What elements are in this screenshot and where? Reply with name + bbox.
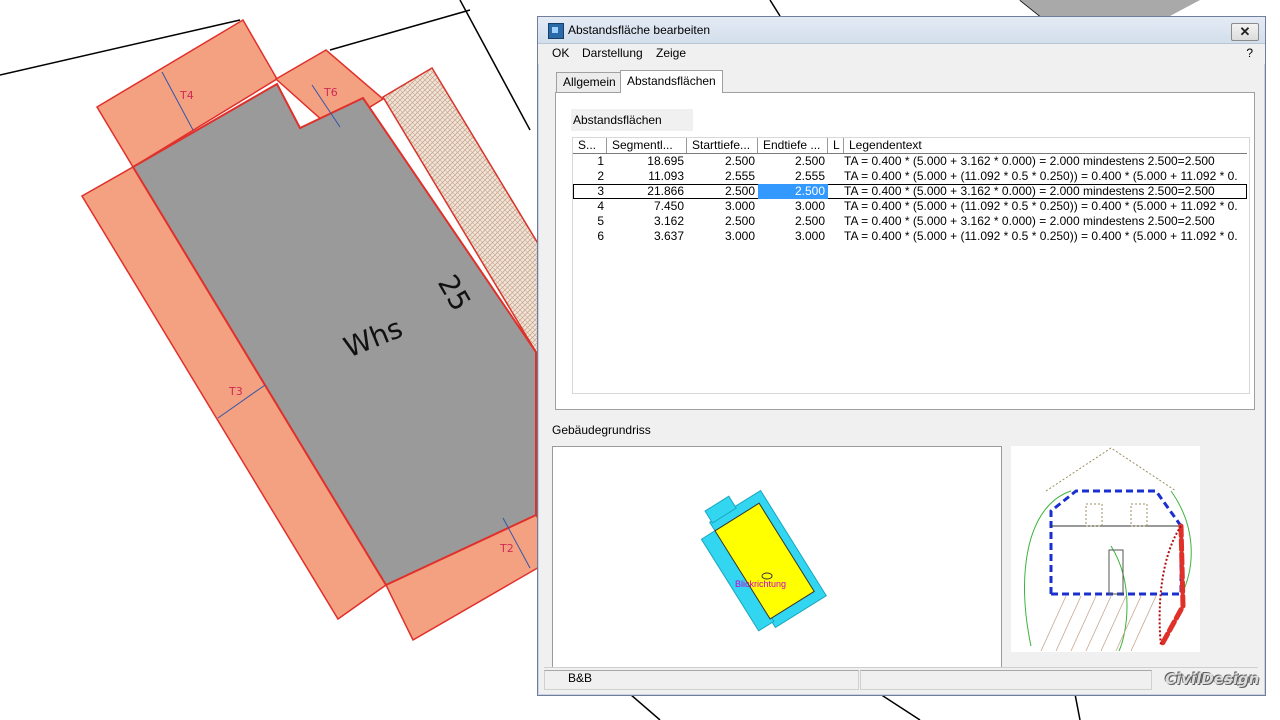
cell-l — [828, 214, 844, 229]
table-row-selected[interactable]: 3 21.866 2.500 2.500 TA = 0.400 * (5.000… — [573, 184, 1247, 199]
cell-starttiefe: 2.500 — [724, 154, 755, 168]
civildesign-logo: CivilDesign — [1165, 670, 1260, 688]
table-row[interactable]: 6 3.637 3.000 3.000 TA = 0.400 * (5.000 … — [573, 229, 1247, 244]
cell-segmentlaenge: 7.450 — [653, 199, 684, 213]
col-header-endtiefe[interactable]: Endtiefe ... — [758, 138, 828, 153]
tag-t2: T2 — [499, 542, 514, 555]
cell-starttiefe: 2.500 — [724, 184, 755, 198]
col-header-legendentext[interactable]: Legendentext — [844, 138, 1247, 153]
help-icon[interactable]: ? — [1246, 46, 1253, 60]
neighbour-building — [1020, 0, 1200, 16]
col-header-starttiefe[interactable]: Starttiefe... — [687, 138, 758, 153]
cell-segmentlaenge: 18.695 — [647, 154, 684, 168]
cell-segmentlaenge: 3.162 — [653, 214, 684, 228]
section-label: Abstandsflächen — [571, 109, 693, 131]
cell-endtiefe: 2.555 — [794, 169, 825, 183]
col-header-s[interactable]: S... — [573, 138, 607, 153]
elevation-preview[interactable] — [1011, 446, 1200, 652]
cell-legendentext: TA = 0.400 * (5.000 + (11.092 * 0.5 * 0.… — [844, 199, 1238, 213]
cell-segmentlaenge: 21.866 — [647, 184, 684, 198]
col-header-segmentlaenge[interactable]: Segmentl... — [607, 138, 687, 153]
cell-endtiefe: 3.000 — [794, 199, 825, 213]
close-button[interactable]: ✕ — [1231, 23, 1259, 41]
table-row[interactable]: 2 11.093 2.555 2.555 TA = 0.400 * (5.000… — [573, 169, 1247, 184]
menu-zeige[interactable]: Zeige — [656, 46, 686, 60]
cell-s: 2 — [597, 169, 604, 183]
table-row[interactable]: 4 7.450 3.000 3.000 TA = 0.400 * (5.000 … — [573, 199, 1247, 214]
cell-s: 1 — [597, 154, 604, 168]
tab-abstandsflaechen[interactable]: Abstandsflächen — [620, 70, 723, 93]
cell-legendentext: TA = 0.400 * (5.000 + 3.162 * 0.000) = 2… — [844, 214, 1215, 228]
cell-legendentext: TA = 0.400 * (5.000 + 3.162 * 0.000) = 2… — [844, 184, 1215, 198]
cell-l — [828, 184, 844, 199]
preview-divider — [1001, 446, 1002, 666]
table-row[interactable]: 5 3.162 2.500 2.500 TA = 0.400 * (5.000 … — [573, 214, 1247, 229]
cell-s: 5 — [597, 214, 604, 228]
status-cell-empty — [860, 670, 1152, 690]
tab-panel-abstandsflaechen: Abstandsflächen S... Segmentl... Startti… — [555, 92, 1255, 410]
tag-t6: T6 — [323, 86, 338, 99]
cell-legendentext: TA = 0.400 * (5.000 + (11.092 * 0.5 * 0.… — [844, 229, 1238, 243]
abstandsflaeche-dialog: Abstandsfläche bearbeiten ✕ OK Darstellu… — [537, 16, 1266, 696]
tab-allgemein[interactable]: Allgemein — [556, 72, 623, 92]
cell-endtiefe-editing[interactable]: 2.500 — [758, 184, 828, 199]
menu-bar: OK Darstellung Zeige ? — [538, 44, 1265, 64]
floorplan-preview[interactable]: Blickrichtung — [552, 446, 1002, 668]
cell-s: 3 — [597, 184, 604, 198]
segments-table[interactable]: S... Segmentl... Starttiefe... Endtiefe … — [572, 137, 1250, 394]
table-row[interactable]: 1 18.695 2.500 2.500 TA = 0.400 * (5.000… — [573, 154, 1247, 169]
app-icon — [548, 23, 564, 39]
cell-starttiefe: 2.500 — [724, 214, 755, 228]
title-bar[interactable]: Abstandsfläche bearbeiten ✕ — [538, 17, 1265, 44]
menu-ok[interactable]: OK — [552, 46, 569, 60]
grundriss-label: Gebäudegrundriss — [552, 423, 651, 437]
cell-starttiefe: 2.555 — [724, 169, 755, 183]
cell-endtiefe: 2.500 — [794, 214, 825, 228]
cell-legendentext: TA = 0.400 * (5.000 + (11.092 * 0.5 * 0.… — [844, 169, 1238, 183]
cell-legendentext: TA = 0.400 * (5.000 + 3.162 * 0.000) = 2… — [844, 154, 1215, 168]
cell-segmentlaenge: 11.093 — [648, 169, 684, 183]
status-text: B&B — [568, 671, 593, 685]
cell-s: 4 — [597, 199, 604, 213]
col-header-l[interactable]: L — [828, 138, 844, 153]
cell-l — [828, 154, 844, 169]
status-bar: B&B CivilDesign — [544, 667, 1260, 690]
tag-t3: T3 — [228, 385, 243, 398]
cell-starttiefe: 3.000 — [724, 229, 755, 243]
cell-s: 6 — [597, 229, 604, 243]
tag-t4: T4 — [179, 89, 194, 102]
cell-segmentlaenge: 3.637 — [653, 229, 684, 243]
cell-endtiefe: 2.500 — [794, 154, 825, 168]
cell-l — [828, 169, 844, 184]
cell-l — [828, 229, 844, 244]
cell-l — [828, 199, 844, 214]
cell-endtiefe: 3.000 — [794, 229, 825, 243]
menu-darstellung[interactable]: Darstellung — [582, 46, 643, 60]
window-title: Abstandsfläche bearbeiten — [568, 23, 711, 37]
cell-starttiefe: 3.000 — [724, 199, 755, 213]
blickrichtung-label: Blickrichtung — [735, 579, 786, 589]
table-header: S... Segmentl... Starttiefe... Endtiefe … — [573, 138, 1247, 154]
